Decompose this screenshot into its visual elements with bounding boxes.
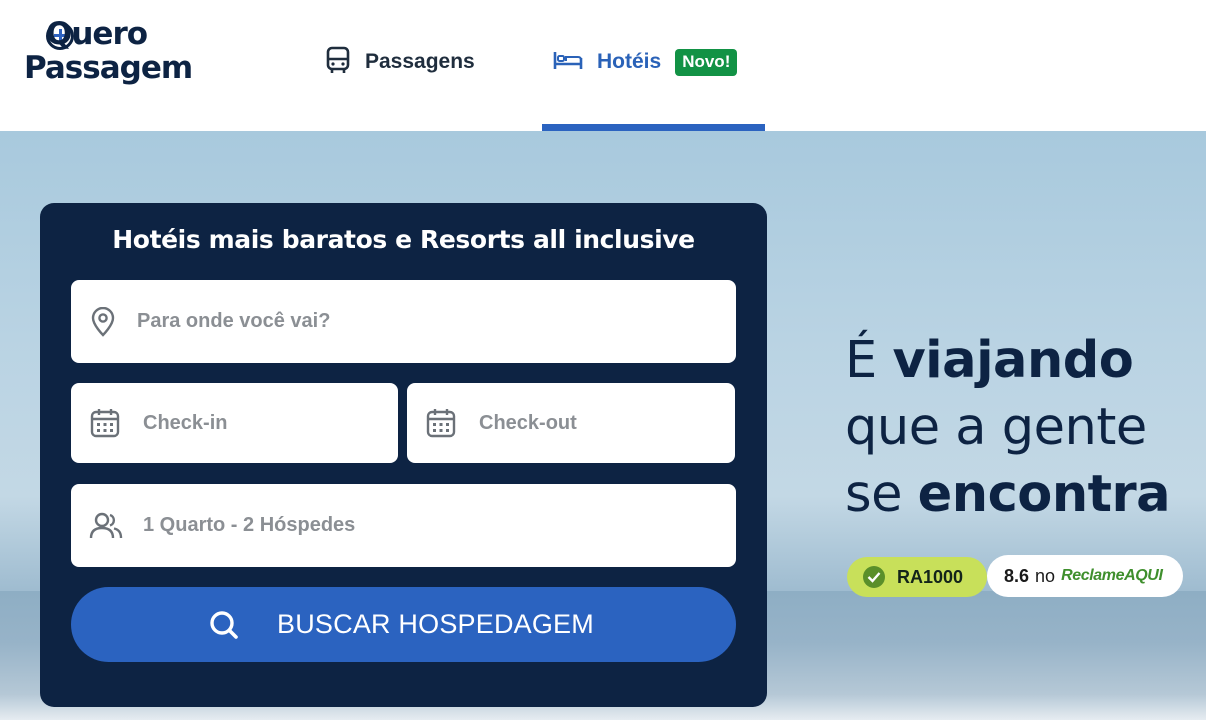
checkout-placeholder: Check-out <box>479 411 577 434</box>
logo-line-2: Passagem <box>24 50 193 86</box>
guests-selector[interactable]: 1 Quarto - 2 Hóspedes <box>71 484 736 567</box>
slogan-line-1: É viajando <box>845 327 1170 394</box>
bus-icon <box>325 46 351 78</box>
calendar-icon <box>89 407 121 439</box>
logo-line-1: Quero <box>46 16 148 52</box>
new-badge: Novo! <box>675 48 738 76</box>
reclame-aqui-logo: ReclameAQUI <box>1061 567 1163 584</box>
search-card-title: Hotéis mais baratos e Resorts all inclus… <box>112 225 695 254</box>
users-icon <box>89 512 123 540</box>
hotel-search-card: Hotéis mais baratos e Resorts all inclus… <box>40 203 767 707</box>
destination-placeholder: Para onde você vai? <box>137 310 331 332</box>
bed-icon <box>553 49 583 75</box>
rating-connector: no <box>1035 565 1056 586</box>
search-button-label: BUSCAR HOSPEDAGEM <box>277 609 594 639</box>
rating-score: 8.6 <box>1004 565 1030 586</box>
site-header: Quero Passagem Passagens Hotéis Novo! <box>0 0 1206 131</box>
location-pin-icon <box>89 306 117 337</box>
slogan-line-2: que a gente <box>845 398 1147 457</box>
active-tab-indicator <box>542 124 765 131</box>
reclame-aqui-rating: 8.6 no ReclameAQUI <box>987 555 1183 597</box>
slogan-line-3: se encontra <box>845 461 1171 528</box>
check-badge-icon <box>863 566 885 588</box>
tab-passagens-label: Passagens <box>365 50 475 73</box>
tab-hoteis[interactable]: Hotéis Novo! <box>553 40 738 84</box>
slogan-line-1-regular: É <box>845 331 893 390</box>
search-button[interactable]: BUSCAR HOSPEDAGEM <box>71 587 736 662</box>
tab-hoteis-label: Hotéis <box>597 50 662 73</box>
ra1000-badge: RA1000 <box>847 557 987 597</box>
search-icon <box>208 609 240 641</box>
slogan-line-3-bold: encontra <box>917 465 1171 524</box>
checkin-placeholder: Check-in <box>143 411 228 434</box>
slogan-line-3-regular: se <box>845 465 918 524</box>
guests-value: 1 Quarto - 2 Hóspedes <box>143 514 356 536</box>
destination-input[interactable]: Para onde você vai? <box>71 280 736 363</box>
tab-passagens[interactable]: Passagens <box>325 40 475 84</box>
checkout-input[interactable]: Check-out <box>407 383 735 463</box>
checkin-input[interactable]: Check-in <box>71 383 398 463</box>
calendar-icon <box>425 407 457 439</box>
hero-slogan: É viajando que a gente se encontra <box>845 327 1171 528</box>
ra1000-label: RA1000 <box>897 566 964 587</box>
slogan-line-1-bold: viajando <box>892 331 1134 390</box>
logo[interactable]: Quero Passagem <box>24 16 204 100</box>
